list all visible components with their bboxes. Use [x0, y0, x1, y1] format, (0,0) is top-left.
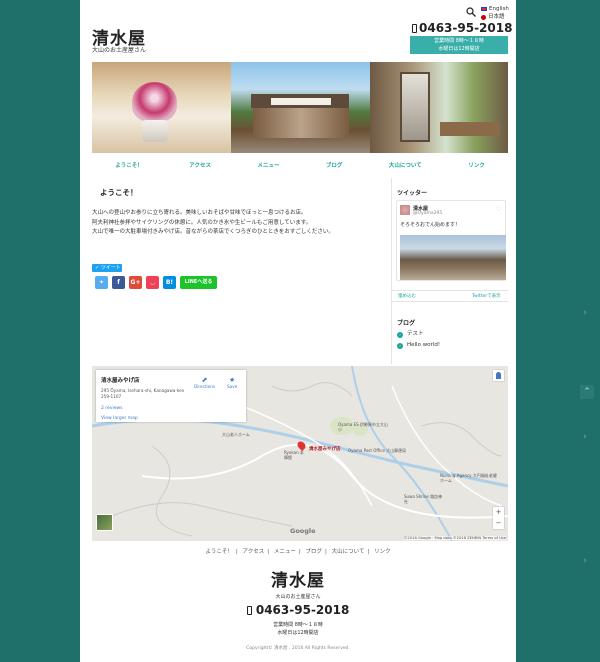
- map-pin-label: 清水屋みやげ店: [309, 447, 341, 452]
- satellite-toggle[interactable]: [96, 514, 113, 531]
- footer-tagline: 大山のお土産屋さん: [275, 594, 321, 600]
- footer-nav-blog[interactable]: ブログ: [303, 549, 326, 555]
- lang-english[interactable]: English: [481, 5, 509, 13]
- shop-interior-photo: [370, 62, 508, 153]
- uk-flag-icon: [481, 7, 487, 11]
- avatar[interactable]: [400, 205, 410, 215]
- view-on-twitter-link[interactable]: Twitterで表示: [472, 293, 501, 299]
- google-map[interactable]: 清水屋みやげ店 295 Öyama, Isehara-shi, Kanagawa…: [92, 366, 508, 541]
- hero-images: [92, 62, 508, 153]
- blog-post-list: › テスト › Hello world!: [397, 329, 440, 351]
- list-item[interactable]: › Hello world!: [397, 340, 440, 351]
- footer-nav-links[interactable]: リンク: [371, 549, 394, 555]
- blog-heading: ブログ: [397, 320, 416, 327]
- chevron-right-icon: ›: [397, 342, 403, 349]
- nav-blog[interactable]: ブログ: [320, 158, 349, 174]
- header-phone[interactable]: 0463-95-2018: [412, 21, 512, 35]
- map-label: Suwa Shrine 諏訪神社: [404, 494, 443, 504]
- place-address: 295 Öyama, Isehara-shi, Kanagawa-ken 259…: [101, 388, 185, 399]
- scroll-to-top-button[interactable]: ⌃: [580, 385, 594, 399]
- pocket-icon: ◡: [150, 279, 155, 286]
- map-attribution[interactable]: ©2016 Google · Map data ©2016 ZENRIN Ter…: [403, 536, 506, 540]
- footer-phone[interactable]: 0463-95-2018: [80, 603, 516, 617]
- footer-nav-about-oyama[interactable]: 大山について: [329, 549, 368, 555]
- language-switcher: English 日本語: [481, 5, 509, 21]
- main-content: ようこそ！ 大山への登山やお参りに立ち寄れる。美味しいおそばや甘味でほっと一息つ…: [92, 180, 390, 360]
- nav-menu[interactable]: メニュー: [251, 158, 285, 174]
- twitter-heading: ツイッター: [397, 190, 428, 197]
- footer-logo[interactable]: 清水屋: [80, 566, 516, 591]
- place-name: 清水屋みやげ店: [101, 378, 140, 384]
- google-logo: Google: [290, 527, 316, 535]
- reviews-link[interactable]: 2 reviews: [101, 406, 123, 411]
- share-twitter-button[interactable]: ✦: [95, 276, 108, 289]
- page: 清水屋 大山のお土産屋さん English 日本語 0463-95-2018 営…: [80, 0, 516, 662]
- tweet-photo[interactable]: [400, 235, 506, 280]
- directions-button[interactable]: ⬈ Directions: [194, 376, 215, 389]
- map-label: Oyama Post Office 大山郵便局: [348, 448, 407, 453]
- tweet-author-handle[interactable]: @Oyama295: [413, 211, 442, 216]
- map-label: Nursing Agency 大円福祉老健ホーム: [440, 473, 497, 483]
- zoom-out-button[interactable]: −: [493, 518, 504, 529]
- tweet-text: そろそろおでん始めます！: [400, 222, 461, 228]
- footer-nav-welcome[interactable]: ようこそ！: [202, 549, 236, 555]
- business-hours-box: 営業時間 8時〜１８時 水曜日は12時開店: [410, 36, 508, 54]
- share-line-button[interactable]: LINEへ送る: [180, 276, 217, 289]
- footer-nav-menu[interactable]: メニュー: [271, 549, 299, 555]
- footer-nav: ようこそ！ | アクセス | メニュー | ブログ | 大山について | リンク: [80, 547, 516, 555]
- heart-icon[interactable]: ♡: [496, 206, 501, 213]
- list-item[interactable]: › テスト: [397, 329, 440, 340]
- map-place-card: 清水屋みやげ店 295 Öyama, Isehara-shi, Kanagawa…: [96, 370, 246, 422]
- header: 清水屋 大山のお土産屋さん English 日本語 0463-95-2018 営…: [80, 0, 516, 58]
- tweet-button[interactable]: ✓ ツイート: [92, 264, 122, 272]
- embed-link[interactable]: 埋め込む: [398, 293, 416, 299]
- share-buttons: ✦ f G+ ◡ B! LINEへ送る: [95, 276, 217, 289]
- twitter-icon: ✦: [98, 279, 105, 286]
- map-label: Ryokan 本陣館: [284, 450, 304, 460]
- chevron-right-icon[interactable]: ›: [580, 432, 590, 442]
- footer-nav-access[interactable]: アクセス: [240, 549, 268, 555]
- share-hatena-button[interactable]: B!: [163, 276, 176, 289]
- chevron-right-icon[interactable]: ›: [580, 308, 590, 318]
- phone-icon: [412, 23, 417, 33]
- share-pocket-button[interactable]: ◡: [146, 276, 159, 289]
- copyright: Copyright© 清水屋 , 2016 All Rights Reserve…: [246, 646, 350, 651]
- shop-front-photo: [231, 62, 370, 153]
- star-icon: ★: [229, 376, 236, 384]
- nav-links[interactable]: リンク: [462, 158, 491, 174]
- nav-welcome[interactable]: ようこそ！: [109, 158, 149, 174]
- save-button[interactable]: ★ Save: [227, 376, 237, 389]
- chevron-right-icon[interactable]: ›: [580, 556, 590, 566]
- zoom-in-button[interactable]: +: [493, 507, 504, 518]
- footer-hours: 営業時間 8時〜１８時 水曜日は12時開店: [273, 622, 323, 636]
- chevron-right-icon: ›: [397, 331, 403, 338]
- phone-icon: [246, 606, 252, 615]
- zoom-controls: + −: [493, 507, 504, 529]
- nav-about-oyama[interactable]: 大山について: [383, 158, 428, 174]
- welcome-text: 大山への登山やお参りに立ち寄れる。美味しいおそばや甘味でほっと一息つけるお店。 …: [92, 210, 334, 235]
- nav-access[interactable]: アクセス: [183, 158, 217, 174]
- site-tagline: 大山のお土産屋さん: [92, 47, 147, 54]
- share-googleplus-button[interactable]: G+: [129, 276, 142, 289]
- page-title: ようこそ！: [100, 188, 138, 197]
- main-nav: ようこそ！ アクセス メニュー ブログ 大山について リンク: [92, 158, 508, 174]
- street-view-pegman-icon[interactable]: [493, 370, 504, 381]
- share-facebook-button[interactable]: f: [112, 276, 125, 289]
- map-label: Oyama ES 伊勢原市立大山小: [338, 422, 388, 432]
- shaved-ice-photo: [92, 62, 231, 153]
- view-larger-map-link[interactable]: View larger map: [101, 416, 138, 421]
- map-label: 大山老人ホーム: [222, 432, 250, 437]
- japan-flag-icon: [481, 14, 486, 20]
- lang-japanese[interactable]: 日本語: [481, 13, 509, 21]
- directions-icon: ⬈: [201, 376, 208, 384]
- search-icon[interactable]: [466, 7, 476, 17]
- twitter-timeline: 清水屋 @Oyama295 ♡ そろそろおでん始めます！: [396, 200, 506, 281]
- twitter-links: 埋め込む Twitterで表示: [392, 290, 508, 302]
- sidebar: ツイッター 清水屋 @Oyama295 ♡ そろそろおでん始めます！ 埋め込む …: [391, 178, 508, 364]
